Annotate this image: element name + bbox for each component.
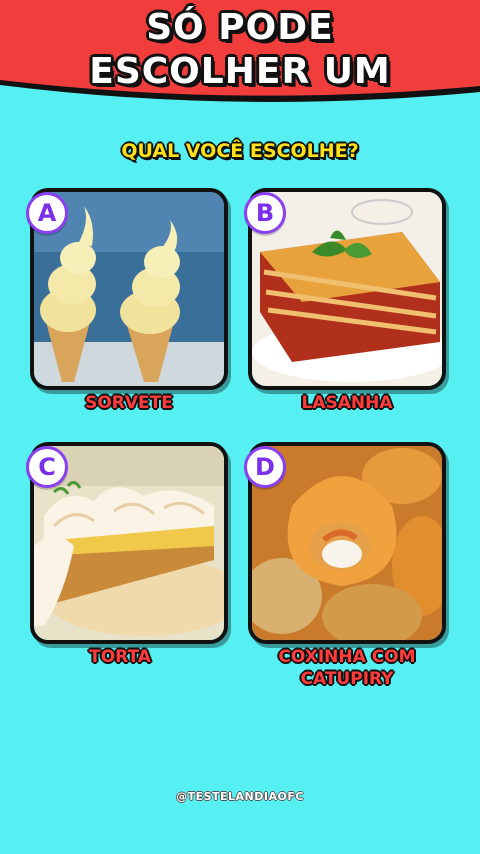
option-badge-c: C <box>26 446 68 488</box>
option-badge-d: D <box>244 446 286 488</box>
option-label-c: TORTA <box>30 646 210 668</box>
question-text: QUAL VOCÊ ESCOLHE? <box>121 140 359 162</box>
option-label-d-line-2: CATUPIRY <box>300 669 394 689</box>
option-label-a-line-1: SORVETE <box>85 393 173 413</box>
option-label-b: LASANHA <box>248 392 446 414</box>
page-title: SÓ PODE ESCOLHER UM <box>0 6 480 94</box>
watermark-handle: @TESTELANDIAOFC <box>176 790 304 803</box>
option-label-c-line-1: TORTA <box>89 647 151 667</box>
option-badge-a: A <box>26 192 68 234</box>
option-label-d-line-1: COXINHA COM <box>278 647 416 667</box>
option-badge-b: B <box>244 192 286 234</box>
option-label-d: COXINHA COM CATUPIRY <box>248 646 446 690</box>
title-line-2: ESCOLHER UM <box>89 51 391 92</box>
title-line-1: SÓ PODE <box>146 7 334 48</box>
option-label-b-line-1: LASANHA <box>301 393 393 413</box>
option-label-a: SORVETE <box>30 392 228 414</box>
